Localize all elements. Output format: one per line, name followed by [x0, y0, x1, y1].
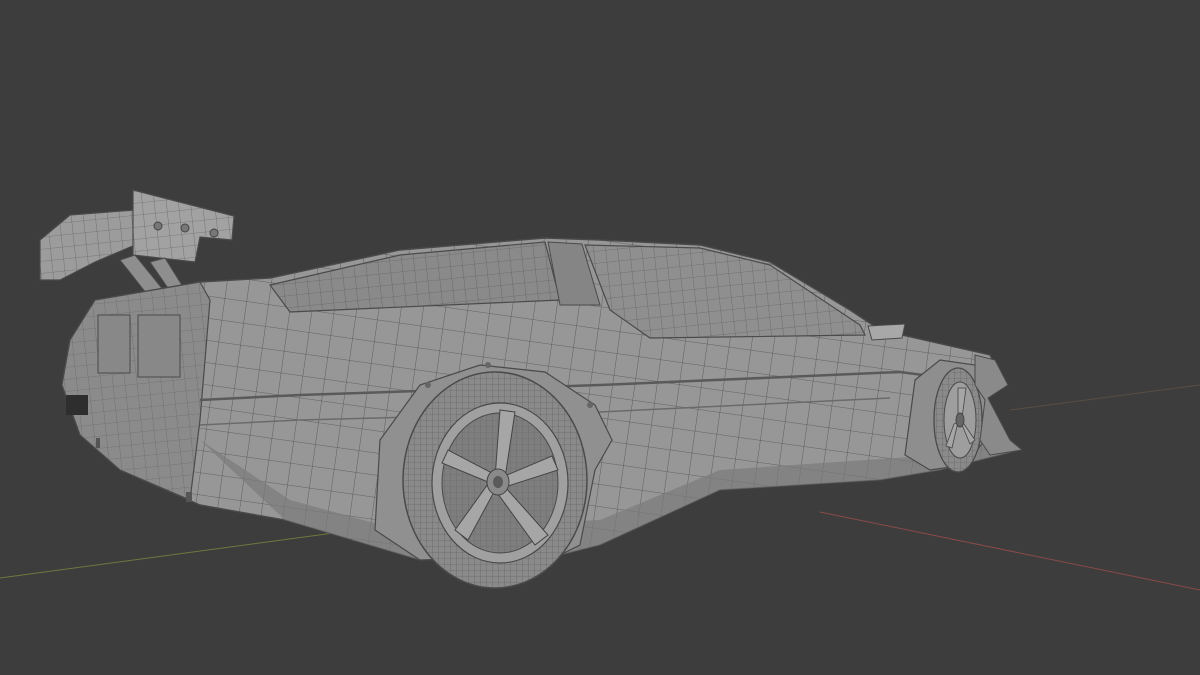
rear-wheel[interactable] [402, 371, 588, 589]
x-axis-line [819, 511, 1200, 591]
side-mirror [867, 323, 906, 341]
x-axis-line-back [1009, 384, 1200, 411]
car-model[interactable] [39, 189, 1024, 589]
license-plate [66, 395, 88, 415]
3d-viewport[interactable] [0, 0, 1200, 675]
viewport-canvas[interactable] [0, 0, 1200, 675]
